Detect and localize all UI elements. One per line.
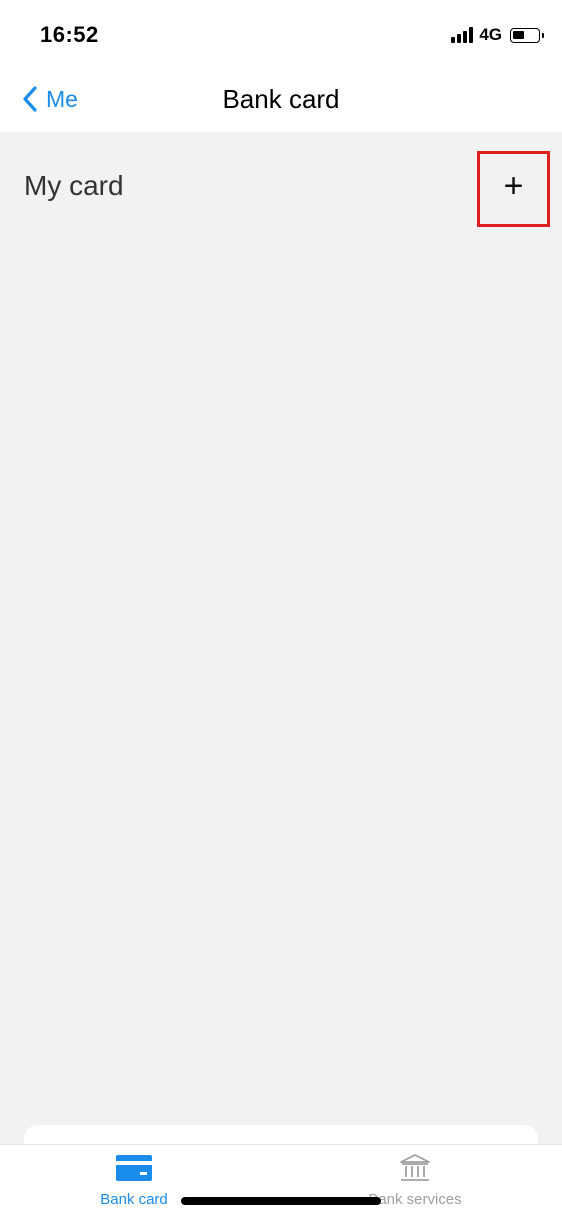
signal-icon — [451, 27, 474, 43]
section-title: My card — [24, 170, 124, 201]
network-type: 4G — [479, 25, 502, 44]
plus-icon: + — [503, 167, 524, 205]
page-title: Bank card — [222, 84, 340, 114]
tab-bar: Bank card Bank services — [0, 1144, 562, 1218]
status-time: 16:52 — [40, 22, 99, 47]
battery-icon — [510, 27, 544, 43]
card-icon — [116, 1155, 152, 1181]
bank-icon — [400, 1154, 430, 1181]
nav-bar: Me Bank card — [0, 68, 562, 132]
status-indicators: 4G — [451, 24, 544, 46]
status-bar: 16:52 4G — [0, 0, 562, 68]
add-card-button[interactable]: + — [477, 151, 550, 227]
home-indicator — [181, 1197, 381, 1205]
screen: 16:52 4G Me Bank card My card + Bank car… — [0, 0, 562, 1218]
